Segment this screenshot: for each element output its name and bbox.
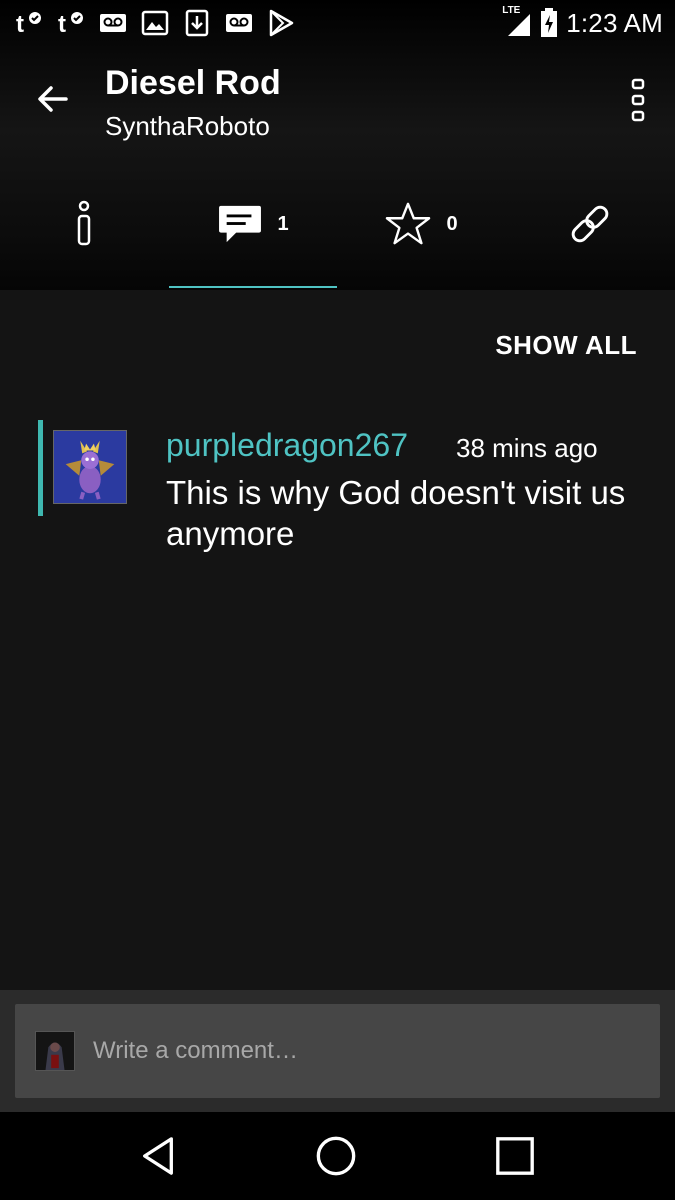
dragon-avatar-icon [54, 431, 126, 503]
voicemail-icon [98, 8, 128, 38]
image-icon [140, 8, 170, 38]
triangle-back-icon [143, 1137, 173, 1175]
artist-name[interactable]: SynthaRoboto [105, 111, 270, 142]
system-status: LTE 1:23 AM [502, 5, 663, 40]
info-icon [77, 200, 91, 246]
clock: 1:23 AM [566, 7, 663, 38]
user-avatar-icon [36, 1032, 74, 1070]
favorites-count: 0 [446, 212, 458, 235]
comment-compose-bar [0, 990, 675, 1112]
tab-link[interactable] [506, 160, 674, 288]
star-icon [386, 202, 431, 245]
nav-recents-button[interactable] [485, 1126, 545, 1186]
nav-back-button[interactable] [128, 1126, 188, 1186]
link-icon [571, 205, 609, 243]
play-store-icon [266, 8, 296, 38]
voicemail-icon [224, 8, 254, 38]
more-options-button[interactable] [618, 70, 658, 130]
comment-text: This is why God doesn't visit us anymore [166, 474, 626, 552]
notification-icons: t t [14, 6, 296, 40]
status-bar: t t LTE 1:23 AM [0, 0, 675, 48]
tab-comments[interactable]: 1 [169, 160, 337, 288]
t-mobile-icon: t [14, 8, 44, 38]
page-title: Diesel Rod [105, 64, 281, 102]
circle-home-icon [316, 1136, 356, 1176]
active-tab-indicator [169, 286, 337, 288]
comment-input[interactable] [93, 1026, 633, 1076]
avatar[interactable] [53, 430, 127, 504]
square-recents-icon [496, 1137, 534, 1175]
detail-tabs: 1 0 [0, 160, 675, 290]
tab-info[interactable] [0, 160, 168, 288]
header: t t LTE 1:23 AM Diesel Rod SynthaRoboto … [0, 0, 675, 290]
comments-count: 1 [277, 212, 289, 235]
system-nav-bar [0, 1112, 675, 1200]
more-vert-icon [631, 78, 645, 122]
battery-icon [540, 8, 558, 38]
comment-username[interactable]: purpledragon267 [166, 427, 408, 464]
t-mobile-icon: t [56, 8, 86, 38]
comment-accent-bar [38, 420, 43, 516]
show-all-button[interactable]: SHOW ALL [495, 330, 637, 361]
svg-text:t: t [58, 11, 66, 37]
nav-home-button[interactable] [306, 1126, 366, 1186]
svg-text:t: t [16, 11, 24, 37]
comment-icon [219, 205, 262, 243]
signal-icon: LTE [502, 5, 532, 38]
arrow-back-icon [38, 86, 68, 112]
my-avatar [35, 1031, 75, 1071]
back-button[interactable] [28, 74, 78, 124]
comment-timestamp: 38 mins ago [456, 433, 598, 463]
tab-favorites[interactable]: 0 [337, 160, 505, 288]
app-bar: Diesel Rod SynthaRoboto [0, 48, 675, 158]
comment-compose-box [15, 1004, 660, 1098]
download-icon [182, 8, 212, 38]
comment-item: purpledragon267 38 mins ago This is why … [38, 420, 638, 552]
